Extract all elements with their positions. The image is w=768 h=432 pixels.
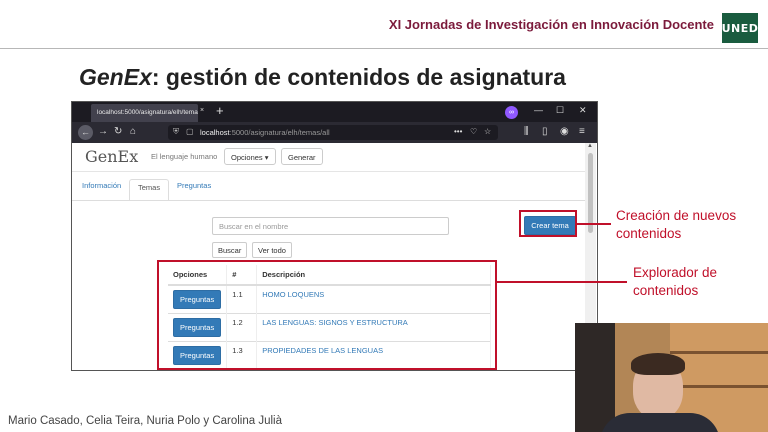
generate-button[interactable]: Generar (281, 148, 323, 165)
more-icon[interactable]: ••• (454, 127, 462, 136)
forward-icon[interactable]: → (98, 126, 108, 137)
browser-tab[interactable]: localhost:5000/asignatura/elh/temas (91, 104, 198, 122)
create-highlight-box (519, 210, 577, 237)
page-icon[interactable]: ▢ (186, 127, 194, 136)
account-icon[interactable]: ◉ (560, 126, 569, 137)
conference-title: XI Jornadas de Investigación en Innovaci… (388, 17, 714, 32)
tab-preguntas[interactable]: Preguntas (177, 181, 211, 190)
create-arrow-line (577, 223, 611, 225)
url-host: localhost (200, 128, 230, 137)
url-path: :5000/asignatura/elh/temas/all (229, 128, 330, 137)
create-annotation: Creación de nuevos contenidos (616, 208, 737, 241)
minimize-icon[interactable]: — (534, 105, 543, 115)
scroll-thumb[interactable] (588, 153, 593, 233)
explorer-highlight-box (157, 260, 497, 370)
explorer-arrow-line (497, 281, 627, 283)
search-input[interactable]: Buscar en el nombre (212, 217, 449, 235)
new-tab-icon[interactable]: + (216, 103, 224, 118)
close-window-icon[interactable]: ✕ (579, 105, 587, 116)
shelf-line (670, 351, 768, 354)
tab-temas[interactable]: Temas (129, 179, 170, 201)
url-bar[interactable]: ⛨ ▢ localhost:5000/asignatura/elh/temas/… (168, 125, 498, 140)
menu-divider (72, 171, 585, 172)
slide-title: GenEx: gestión de contenidos de asignatu… (79, 64, 566, 91)
extension-icon[interactable]: ∞ (505, 106, 518, 119)
maximize-icon[interactable]: ☐ (556, 105, 564, 116)
explorer-annotation: Explorador de contenidos (633, 265, 718, 298)
shelf-line (670, 385, 768, 388)
tab-informacion[interactable]: Información (82, 181, 121, 190)
slide-title-rest: : gestión de contenidos de asignatura (151, 64, 566, 90)
scroll-up-icon[interactable]: ▲ (587, 143, 593, 149)
uned-logo: UNED (722, 13, 758, 43)
sidebar-icon[interactable]: ▯ (542, 126, 548, 137)
browser-tabbar: localhost:5000/asignatura/elh/temas × + … (72, 102, 597, 122)
library-icon[interactable]: ⫼ (524, 126, 529, 137)
tabs-divider (72, 200, 585, 201)
pocket-icon[interactable]: ♡ (470, 127, 477, 136)
back-icon[interactable]: ← (78, 125, 93, 140)
reload-icon[interactable]: ↻ (114, 126, 122, 137)
app-brand[interactable]: GenEx (85, 147, 138, 166)
home-icon[interactable]: ⌂ (130, 126, 136, 137)
webcam-video (575, 323, 768, 432)
header-divider (0, 48, 768, 49)
background-dark (575, 323, 615, 432)
slide-title-emphasis: GenEx (79, 64, 152, 90)
authors-footer: Mario Casado, Celia Teira, Nuria Polo y … (8, 415, 282, 427)
presenter-body (600, 413, 720, 432)
browser-navbar: ← → ↻ ⌂ ⛨ ▢ localhost:5000/asignatura/el… (72, 122, 597, 143)
options-dropdown[interactable]: Opciones ▾ (224, 148, 276, 165)
view-all-button[interactable]: Ver todo (252, 242, 292, 258)
close-tab-icon[interactable]: × (200, 107, 204, 114)
search-button[interactable]: Buscar (212, 242, 248, 258)
app-tagline: El lenguaje humano (151, 152, 218, 161)
menu-icon[interactable]: ≡ (579, 126, 585, 137)
url-text: localhost:5000/asignatura/elh/temas/all (200, 128, 330, 137)
presenter-hair (631, 353, 685, 375)
star-icon[interactable]: ☆ (484, 127, 491, 136)
shield-icon[interactable]: ⛨ (173, 127, 179, 137)
